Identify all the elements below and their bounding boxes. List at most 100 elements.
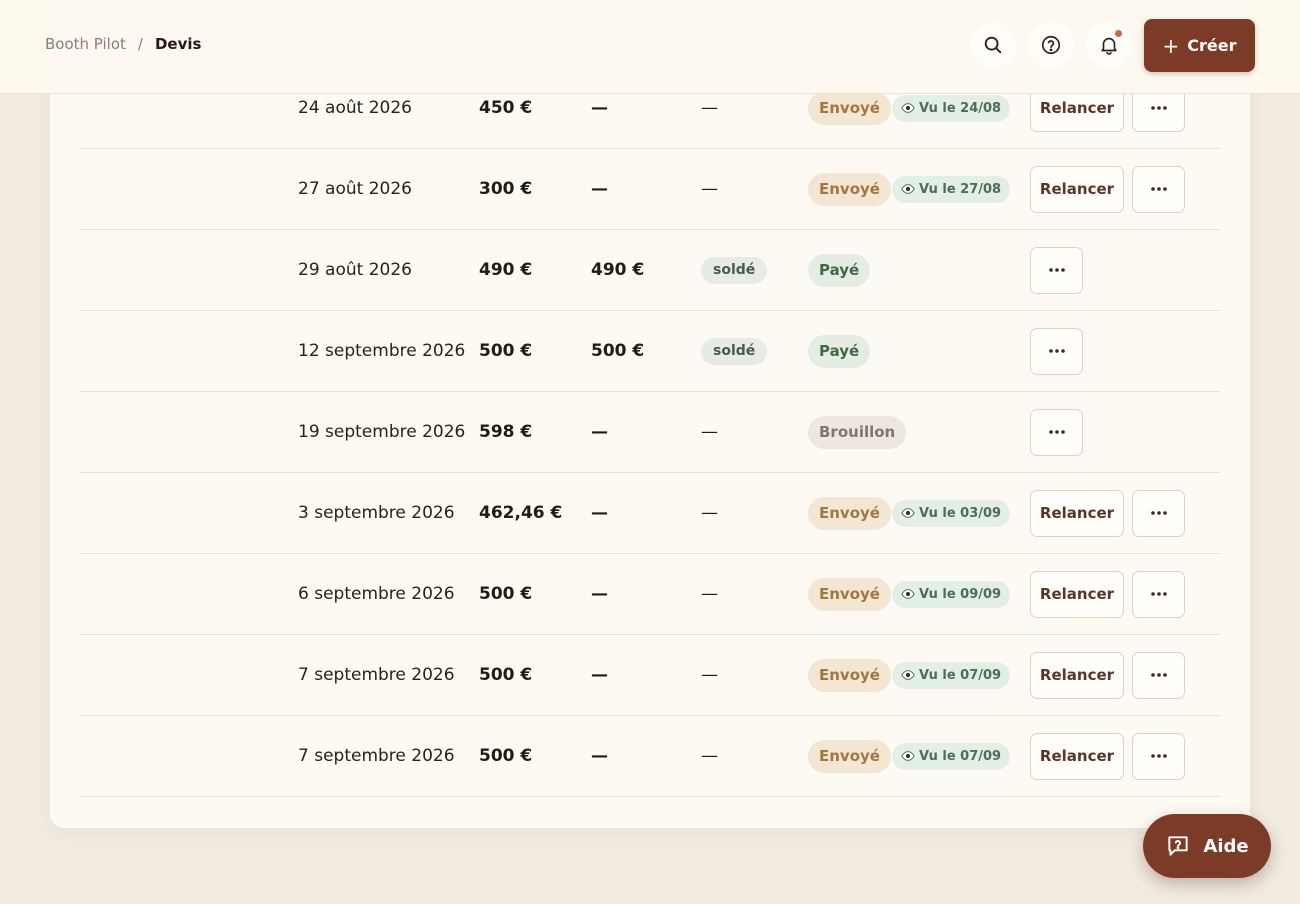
amount-cell: 500 € <box>479 746 533 766</box>
seen-label: Vu le 07/09 <box>919 667 1002 683</box>
paid-cell: — <box>591 665 608 685</box>
seen-label: Vu le 24/08 <box>919 100 1002 116</box>
date-cell: 12 septembre 2026 <box>298 341 466 361</box>
more-actions-button[interactable] <box>1132 732 1185 780</box>
status-badge: Payé <box>808 334 871 368</box>
more-icon <box>1150 673 1167 677</box>
table-row[interactable]: 29 août 2026 490 € 490 € soldé Payé <box>79 230 1220 311</box>
breadcrumb-separator: / <box>137 35 143 53</box>
amount-cell: 300 € <box>479 179 533 199</box>
more-actions-button[interactable] <box>1132 570 1185 618</box>
date-cell: 3 septembre 2026 <box>298 503 455 523</box>
more-actions-button[interactable] <box>1132 489 1185 537</box>
status-badge: Envoyé <box>808 91 891 125</box>
status-badge: Envoyé <box>808 496 891 530</box>
notifications-button[interactable] <box>1086 22 1132 68</box>
help-button[interactable] <box>1028 22 1074 68</box>
date-cell: 27 août 2026 <box>298 179 412 199</box>
paid-cell: — <box>591 503 608 523</box>
table-row[interactable]: 19 septembre 2026 598 € — — Brouillon <box>79 392 1220 473</box>
status-badge: Envoyé <box>808 577 891 611</box>
amount-cell: 598 € <box>479 422 533 442</box>
eye-icon <box>901 103 915 113</box>
more-icon <box>1048 349 1065 353</box>
eye-icon <box>901 751 915 761</box>
more-actions-button[interactable] <box>1030 408 1083 456</box>
more-icon <box>1150 592 1167 596</box>
help-chat-label: Aide <box>1203 835 1249 857</box>
eye-icon <box>901 670 915 680</box>
more-icon <box>1048 268 1065 272</box>
status-badge: Brouillon <box>808 415 907 449</box>
breadcrumb-parent[interactable]: Booth Pilot <box>45 35 126 53</box>
help-icon <box>1041 35 1061 55</box>
paid-cell: 500 € <box>591 341 645 361</box>
balance-cell: — <box>701 584 718 604</box>
more-icon <box>1150 106 1167 110</box>
date-cell: 29 août 2026 <box>298 260 412 280</box>
create-button[interactable]: + Créer <box>1144 19 1255 72</box>
eye-icon <box>901 508 915 518</box>
balance-cell: — <box>701 746 718 766</box>
seen-label: Vu le 03/09 <box>919 505 1002 521</box>
balance-cell: — <box>701 422 718 442</box>
balance-badge: soldé <box>701 337 768 365</box>
top-header: Booth Pilot / Devis + Créer <box>0 0 1300 94</box>
relancer-button[interactable]: Relancer <box>1030 651 1124 699</box>
paid-cell: — <box>591 746 608 766</box>
more-actions-button[interactable] <box>1132 651 1185 699</box>
status-badge: Envoyé <box>808 172 891 206</box>
relancer-button[interactable]: Relancer <box>1030 570 1124 618</box>
breadcrumb-current: Devis <box>154 35 202 53</box>
search-button[interactable] <box>970 22 1016 68</box>
seen-badge: Vu le 27/08 <box>892 175 1011 203</box>
more-actions-button[interactable] <box>1030 246 1083 294</box>
more-icon <box>1150 187 1167 191</box>
amount-cell: 462,46 € <box>479 503 563 523</box>
more-actions-button[interactable] <box>1132 165 1185 213</box>
eye-icon <box>901 589 915 599</box>
more-icon <box>1048 430 1065 434</box>
bell-icon <box>1101 37 1117 55</box>
status-badge: Envoyé <box>808 739 891 773</box>
amount-cell: 490 € <box>479 260 533 280</box>
search-icon <box>984 36 1002 54</box>
date-cell: 19 septembre 2026 <box>298 422 466 442</box>
date-cell: 6 septembre 2026 <box>298 584 455 604</box>
help-chat-button[interactable]: Aide <box>1143 814 1271 878</box>
seen-badge: Vu le 07/09 <box>892 661 1011 689</box>
plus-icon: + <box>1162 33 1180 58</box>
status-badge: Envoyé <box>808 658 891 692</box>
table-row[interactable]: 7 septembre 2026 500 € — — Envoyé Vu le 07/09… <box>79 716 1220 797</box>
seen-label: Vu le 27/08 <box>919 181 1002 197</box>
table-row[interactable]: 7 septembre 2026 500 € — — Envoyé Vu le 07/09… <box>79 635 1220 716</box>
seen-badge: Vu le 09/09 <box>892 580 1011 608</box>
balance-cell: — <box>701 503 718 523</box>
seen-label: Vu le 07/09 <box>919 748 1002 764</box>
paid-cell: 490 € <box>591 260 645 280</box>
status-badge: Payé <box>808 253 871 287</box>
relancer-button[interactable]: Relancer <box>1030 489 1124 537</box>
date-cell: 7 septembre 2026 <box>298 746 455 766</box>
seen-badge: Vu le 24/08 <box>892 94 1011 122</box>
paid-cell: — <box>591 179 608 199</box>
balance-cell: — <box>701 665 718 685</box>
amount-cell: 500 € <box>479 584 533 604</box>
relancer-button[interactable]: Relancer <box>1030 165 1124 213</box>
more-icon <box>1150 511 1167 515</box>
amount-cell: 500 € <box>479 665 533 685</box>
relancer-button[interactable]: Relancer <box>1030 732 1124 780</box>
balance-cell: — <box>701 179 718 199</box>
table-row[interactable]: 6 septembre 2026 500 € — — Envoyé Vu le 09/09… <box>79 554 1220 635</box>
table-row[interactable]: 3 septembre 2026 462,46 € — — Envoyé Vu le 03… <box>79 473 1220 554</box>
amount-cell: 500 € <box>479 341 533 361</box>
paid-cell: — <box>591 584 608 604</box>
chat-icon <box>1168 836 1189 856</box>
create-button-label: Créer <box>1187 36 1237 55</box>
seen-badge: Vu le 07/09 <box>892 742 1011 770</box>
more-icon <box>1150 754 1167 758</box>
eye-icon <box>901 184 915 194</box>
more-actions-button[interactable] <box>1030 327 1083 375</box>
table-row[interactable]: 12 septembre 2026 500 € 500 € soldé Payé <box>79 311 1220 392</box>
table-row[interactable]: 27 août 2026 300 € — — Envoyé Vu le 27/08 Rela… <box>79 149 1220 230</box>
